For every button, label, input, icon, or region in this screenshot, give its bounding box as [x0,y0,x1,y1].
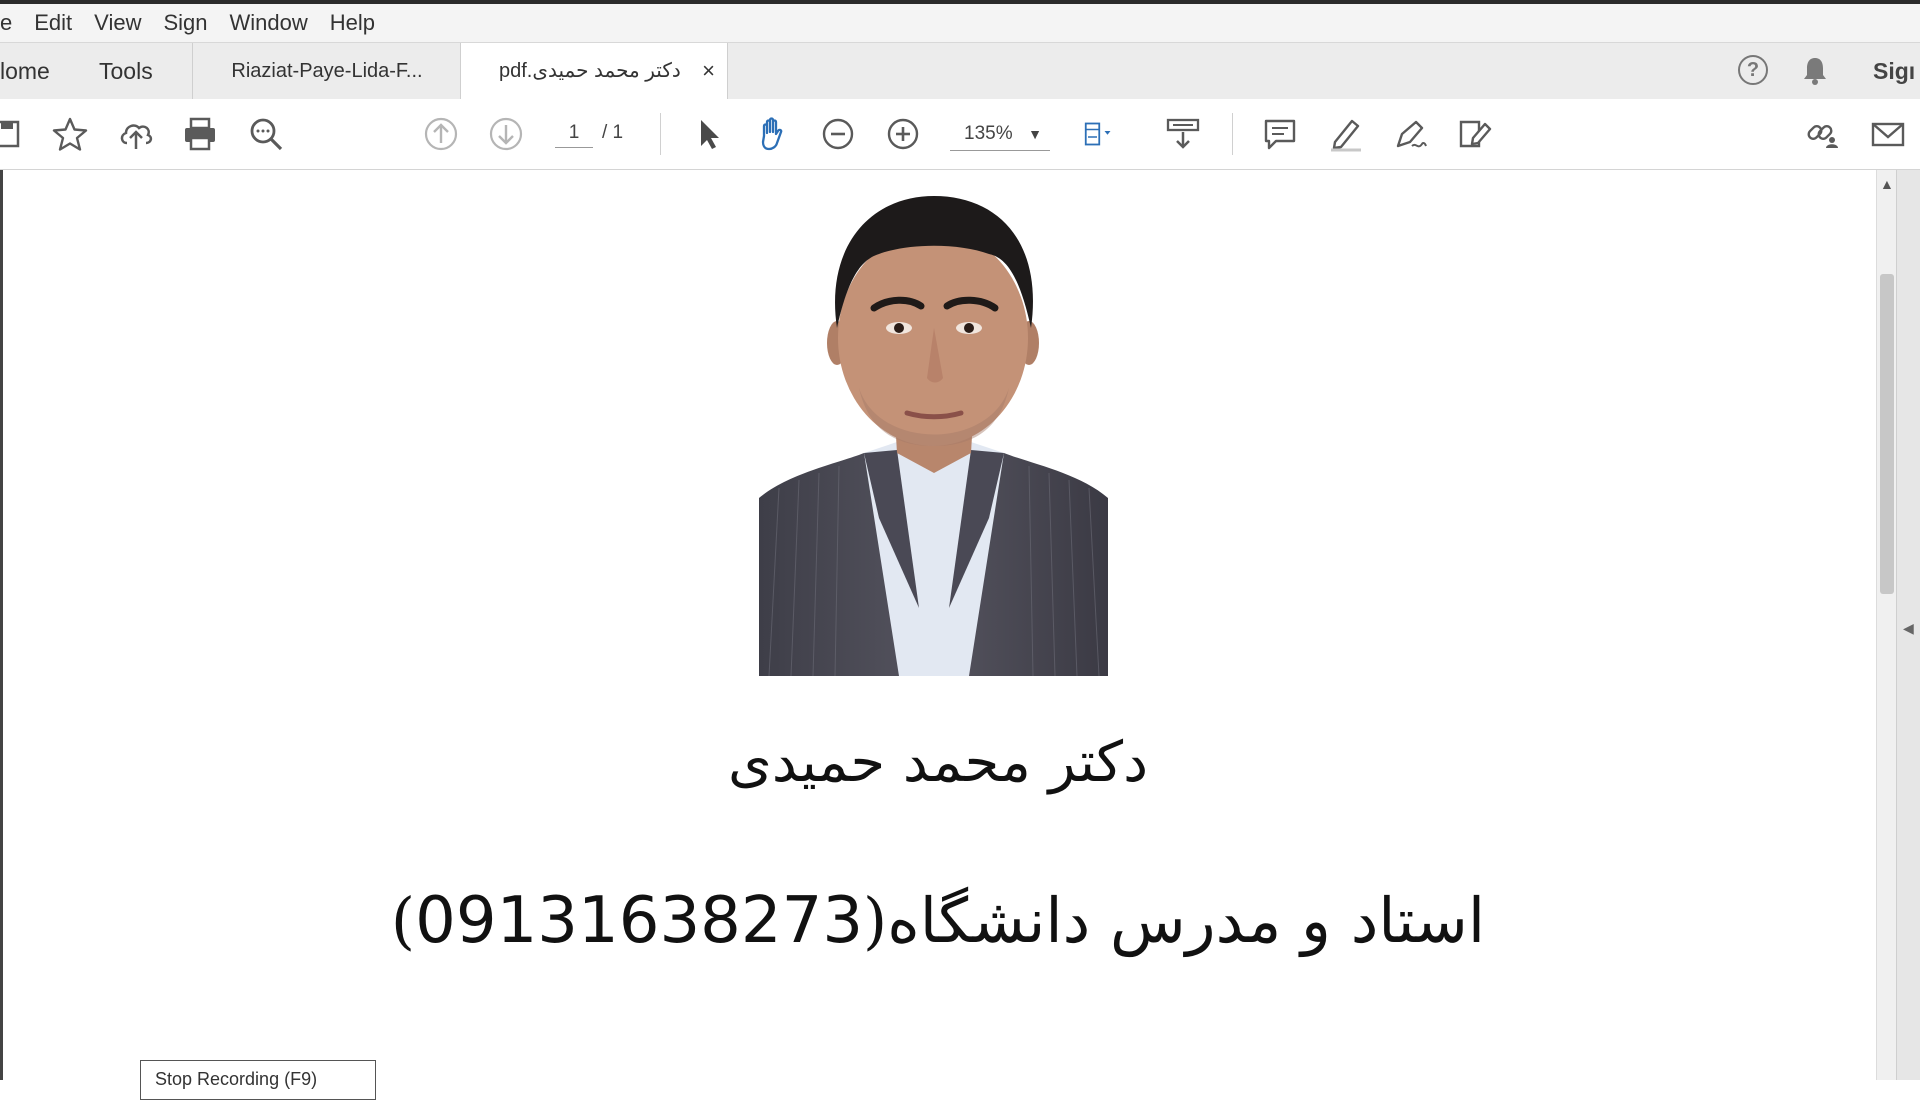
bell-icon[interactable] [1800,55,1830,87]
comment-icon[interactable] [1262,116,1298,152]
sign-in-link[interactable]: Sigı [1873,43,1915,99]
zoom-level-value: 135% [964,123,1013,144]
fit-page-icon[interactable] [1082,116,1130,152]
zoom-level-dropdown[interactable]: 135% ▼ [950,117,1050,151]
sign-pen-icon[interactable] [1392,116,1428,152]
menu-edit[interactable]: Edit [34,10,72,36]
menu-help[interactable]: Help [330,10,375,36]
chevron-down-icon: ▼ [1028,126,1042,142]
scroll-mode-icon[interactable] [1165,116,1201,152]
tab-tools[interactable]: Tools [99,43,153,99]
menu-view[interactable]: View [94,10,141,36]
phone-number: 09131638273 [415,884,864,958]
zoom-in-icon[interactable] [885,116,921,152]
tab-document-active[interactable]: pdf.دکتر محمد حمیدی × [460,43,728,99]
tab-document-riaziat-label: Riaziat-Paye-Lida-F... [231,60,423,82]
scrollbar-thumb[interactable] [1880,274,1894,594]
title-text: استاد و مدرس دانشگاه [887,884,1486,957]
print-icon[interactable] [182,116,218,152]
paren-open: ( [863,884,888,957]
menu-bar: e Edit View Sign Window Help [0,4,1920,42]
page-number-input[interactable]: 1 [555,119,593,148]
search-icon[interactable] [248,116,284,152]
tab-bar: lome Tools Riaziat-Paye-Lida-F... pdf.دک… [0,42,1920,100]
menu-sign[interactable]: Sign [163,10,207,36]
help-icon[interactable]: ? [1738,55,1768,85]
main-toolbar: 1 / 1 135% ▼ [0,99,1920,170]
tab-home[interactable]: lome [0,43,50,99]
toolbar-divider [1232,113,1233,155]
expand-pane-icon[interactable]: ◀ [1903,620,1914,637]
menu-window[interactable]: Window [230,10,308,36]
page-total-label: / 1 [602,122,624,143]
tab-document-riaziat[interactable]: Riaziat-Paye-Lida-F... [192,43,461,99]
stop-recording-button[interactable]: Stop Recording (F9) [140,1060,376,1100]
toolbar-divider [660,113,661,155]
next-page-icon[interactable] [488,116,524,152]
document-person-title: استاد و مدرس دانشگاه(09131638273) [0,884,1876,958]
right-pane-collapsed[interactable]: ◀ [1896,170,1920,1080]
scroll-up-icon[interactable]: ▲ [1880,176,1894,192]
tab-document-active-label: pdf.دکتر محمد حمیدی [499,60,681,82]
highlight-pen-icon[interactable] [1327,116,1363,152]
hand-tool-icon[interactable] [755,116,791,152]
zoom-out-icon[interactable] [820,116,856,152]
cloud-upload-icon[interactable] [118,116,154,152]
bookmark-star-icon[interactable] [52,116,88,152]
close-tab-icon[interactable]: × [702,43,715,99]
portrait-photo [759,188,1108,676]
save-icon[interactable] [0,116,28,152]
paren-close: ) [390,884,416,957]
document-person-name: دکتر محمد حمیدی [727,730,1149,795]
fill-sign-icon[interactable] [1457,116,1493,152]
email-icon[interactable] [1870,116,1906,152]
share-link-icon[interactable] [1804,116,1840,152]
previous-page-icon[interactable] [423,116,459,152]
vertical-scrollbar[interactable]: ▲ [1876,170,1897,1080]
select-cursor-icon[interactable] [690,116,726,152]
menu-file[interactable]: e [0,10,12,36]
